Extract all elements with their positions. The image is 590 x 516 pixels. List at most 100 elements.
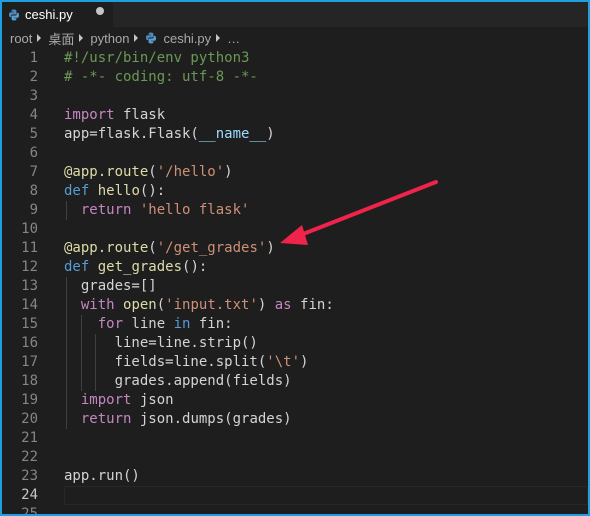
code-token: ( [148,164,157,180]
code-token: open [123,297,157,313]
breadcrumb: root 桌面 python ceshi.py … [2,27,588,49]
line-code: @app.route('/hello') [64,163,233,182]
chevron-right-icon [216,34,221,42]
line-number: 14 [21,297,38,313]
code-token: __name__ [198,126,267,142]
line-code: return json.dumps(grades) [64,410,292,429]
code-line[interactable]: 14 with open('input.txt') as fin: [2,296,588,315]
code-token: ) [266,240,275,256]
line-number: 24 [21,487,38,503]
code-token: ) [300,354,309,370]
code-line[interactable]: 15 for line in fin: [2,315,588,334]
code-line[interactable]: 1 #!/usr/bin/env python3 [2,49,588,68]
code-line[interactable]: 25 [2,505,588,514]
line-code: with open('input.txt') as fin: [64,296,334,315]
code-line[interactable]: 4 import flask [2,106,588,125]
python-icon [145,32,157,44]
line-code: grades.append(fields) [64,372,292,391]
code-line[interactable]: 23 app.run() [2,467,588,486]
line-code: grades=[] [64,277,157,296]
code-line[interactable]: 16 line=line.strip() [2,334,588,353]
code-token: flask [114,107,166,123]
code-line[interactable]: 10 [2,220,588,239]
code-token: ) [266,126,275,142]
line-number: 3 [29,88,38,104]
current-line-highlight [64,486,588,505]
breadcrumb-root[interactable]: root [10,31,32,46]
line-number: 4 [29,107,38,123]
line-number: 1 [29,50,38,66]
code-token: def [64,259,90,275]
code-token: import [64,107,115,123]
tab-ceshi-py[interactable]: ceshi.py [2,2,113,27]
line-number: 22 [21,449,38,465]
code-token: get_grades [97,259,183,275]
code-line[interactable]: 12 def get_grades(): [2,258,588,277]
code-token: line [123,316,174,332]
code-token: app=flask.Flask( [64,126,199,142]
code-token: '/hello' [156,164,225,180]
chevron-right-icon [134,34,139,42]
code-line[interactable]: 17 fields=line.split('\t') [2,353,588,372]
breadcrumb-file[interactable]: ceshi.py [163,31,211,46]
code-line[interactable]: 22 [2,448,588,467]
line-number: 21 [21,430,38,446]
code-token: json [131,392,174,408]
breadcrumb-symbol[interactable]: … [227,31,240,46]
line-number: 10 [21,221,38,237]
code-line[interactable]: 9 return 'hello flask' [2,201,588,220]
line-code: import flask [64,106,165,125]
code-token: as [274,297,292,313]
code-line[interactable]: 24 [2,486,588,505]
code-token: fin: [291,297,334,313]
line-number: 2 [29,69,38,85]
code-line[interactable]: 2 # -*- coding: utf-8 -*- [2,68,588,87]
code-line[interactable]: 13 grades=[] [2,277,588,296]
code-editor[interactable]: 1 #!/usr/bin/env python3 2 # -*- coding: ut… [2,49,588,514]
breadcrumb-desktop[interactable]: 桌面 [48,29,74,48]
code-token: ) [257,297,275,313]
breadcrumb-python[interactable]: python [90,31,129,46]
code-line[interactable]: 21 [2,429,588,448]
line-number: 15 [21,316,38,332]
code-line[interactable]: 19 import json [2,391,588,410]
line-code: def get_grades(): [64,258,207,277]
tab-label: ceshi.py [25,7,73,22]
code-line[interactable]: 18 grades.append(fields) [2,372,588,391]
python-icon [8,9,20,21]
code-line[interactable]: 3 [2,87,588,106]
code-line[interactable]: 7 @app.route('/hello') [2,163,588,182]
code-token: (): [139,183,166,199]
line-code: app=flask.Flask(__name__) [64,125,275,144]
code-line[interactable]: 8 def hello(): [2,182,588,201]
code-token: grades=[] [64,278,157,294]
line-code: line=line.strip() [64,334,258,353]
code-token: '/get_grades' [156,240,267,256]
line-code: fields=line.split('\t') [64,353,309,372]
code-token: with [80,297,115,313]
code-token: 'input.txt' [165,297,258,313]
line-number: 5 [29,126,38,142]
line-number: 12 [21,259,38,275]
code-line[interactable]: 6 [2,144,588,163]
code-token: return [80,202,132,218]
code-line[interactable]: 11 @app.route('/get_grades') [2,239,588,258]
line-number: 7 [29,164,38,180]
unsaved-dot-icon[interactable] [96,7,104,15]
line-number: 17 [21,354,38,370]
code-token: return [80,411,132,427]
code-line[interactable]: 5 app=flask.Flask(__name__) [2,125,588,144]
line-number: 6 [29,145,38,161]
line-code: return 'hello flask' [64,201,250,220]
code-token: @app.route [64,164,149,180]
line-number: 8 [29,183,38,199]
code-token: in [173,316,191,332]
code-token: fields=line.split( [64,354,267,370]
code-line[interactable]: 20 return json.dumps(grades) [2,410,588,429]
code-token: #!/usr/bin/env python3 [64,50,250,66]
